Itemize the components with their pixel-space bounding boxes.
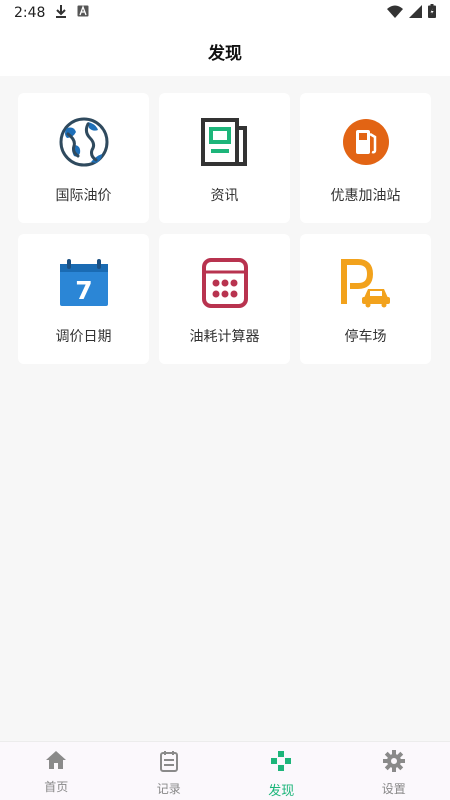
tab-discover[interactable]: 发现: [225, 742, 338, 800]
signal-icon: [409, 4, 422, 22]
fuel-station-icon: [339, 115, 393, 169]
calendar-icon: 7: [57, 256, 111, 310]
home-icon: [45, 750, 67, 774]
gear-icon: [382, 750, 405, 776]
battery-icon: [428, 4, 436, 22]
tile-label: 油耗计算器: [189, 329, 260, 345]
tile-label: 国际油价: [55, 188, 112, 204]
tile-news[interactable]: 资讯: [159, 93, 290, 223]
tab-discover-label: 发现: [268, 784, 295, 799]
newspaper-icon: [198, 115, 252, 169]
bottom-tab-bar: 首页 记录 发现 设置: [0, 741, 450, 800]
tab-home[interactable]: 首页: [0, 742, 113, 800]
svg-text:7: 7: [75, 276, 92, 305]
tab-record-label: 记录: [156, 782, 181, 796]
tile-discount-gas-station[interactable]: 优惠加油站: [300, 93, 431, 223]
tile-label: 优惠加油站: [330, 188, 401, 204]
wifi-icon: [387, 5, 403, 22]
tile-label: 停车场: [344, 329, 387, 345]
globe-icon: [57, 115, 111, 169]
discover-icon: [269, 750, 293, 776]
tile-parking[interactable]: 停车场: [300, 234, 431, 364]
parking-icon: [339, 256, 393, 310]
tab-home-label: 首页: [44, 780, 69, 794]
tab-record[interactable]: 记录: [113, 742, 226, 800]
feature-grid: 国际油价 资讯 优惠加油站 7 调价日期 油耗计算器 停车场: [18, 93, 432, 364]
status-bar-right: [387, 4, 436, 22]
status-bar-left: 2:48: [14, 4, 89, 22]
tab-settings-label: 设置: [381, 782, 406, 796]
page-header: 发现: [0, 26, 450, 76]
tile-label: 资讯: [210, 188, 239, 204]
tile-price-adjust-date[interactable]: 7 调价日期: [18, 234, 149, 364]
tile-international-oil-price[interactable]: 国际油价: [18, 93, 149, 223]
tile-fuel-calculator[interactable]: 油耗计算器: [159, 234, 290, 364]
a-badge-icon: [77, 5, 89, 21]
record-icon: [159, 750, 179, 776]
status-bar: 2:48: [0, 0, 450, 26]
tile-label: 调价日期: [55, 329, 112, 345]
page-title: 发现: [208, 43, 242, 64]
tab-settings[interactable]: 设置: [338, 742, 450, 800]
status-time: 2:48: [14, 5, 46, 21]
download-icon: [55, 4, 67, 22]
calculator-icon: [198, 256, 252, 310]
